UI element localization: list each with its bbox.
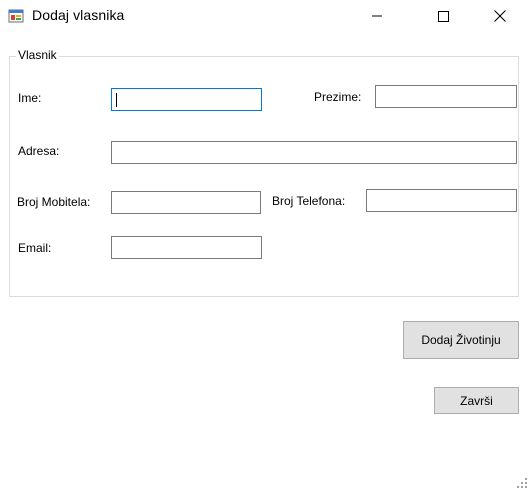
broj-mobitela-input[interactable] <box>111 191 261 214</box>
close-icon <box>494 10 506 22</box>
zavrsi-label: Završi <box>460 393 493 408</box>
prezime-label: Prezime: <box>314 90 362 104</box>
ime-label: Ime: <box>18 91 42 105</box>
dodaj-zivotinju-label: Dodaj Životinju <box>421 333 501 347</box>
prezime-input[interactable] <box>375 85 517 108</box>
form-window-icon <box>8 9 24 23</box>
minimize-icon <box>372 15 382 17</box>
title-bar: Dodaj vlasnika <box>0 0 530 32</box>
close-button[interactable] <box>477 0 523 32</box>
maximize-icon <box>437 10 449 22</box>
broj-mobitela-label: Broj Mobitela: <box>17 195 91 209</box>
minimize-button[interactable] <box>354 0 400 32</box>
form-client-area: Vlasnik Ime: Prezime: Adresa: Broj Mobit… <box>0 32 530 491</box>
adresa-input[interactable] <box>111 141 517 164</box>
resize-grip-icon[interactable] <box>517 478 527 488</box>
ime-input[interactable] <box>111 88 262 111</box>
email-input[interactable] <box>111 236 262 259</box>
window-title: Dodaj vlasnika <box>32 7 125 23</box>
email-label: Email: <box>18 241 52 255</box>
broj-telefona-input[interactable] <box>366 189 517 212</box>
maximize-button[interactable] <box>420 0 466 32</box>
text-caret <box>116 93 117 107</box>
zavrsi-button[interactable]: Završi <box>434 387 519 414</box>
dodaj-zivotinju-button[interactable]: Dodaj Životinju <box>403 321 519 359</box>
broj-telefona-label: Broj Telefona: <box>272 194 346 208</box>
groupbox-title: Vlasnik <box>16 48 59 62</box>
adresa-label: Adresa: <box>18 144 60 158</box>
